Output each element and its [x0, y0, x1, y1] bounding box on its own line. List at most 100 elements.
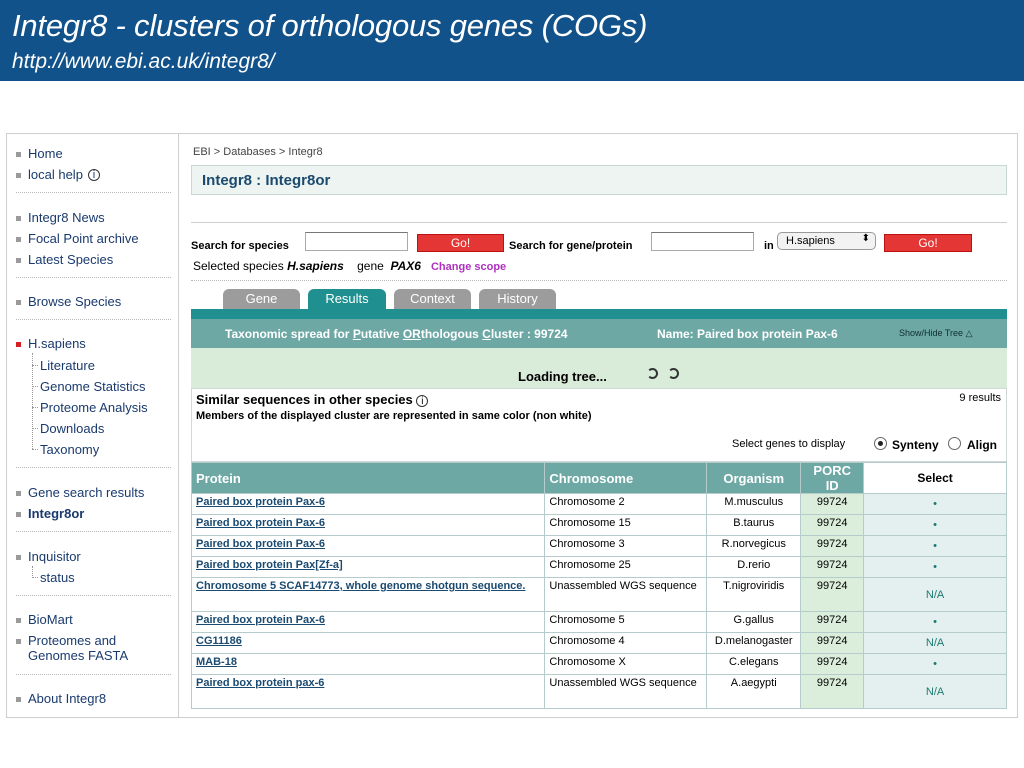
- bullet-icon: [16, 216, 21, 221]
- spread-title-part: Taxonomic spread for: [225, 327, 353, 341]
- page-title-box: Integr8 : Integr8or: [191, 165, 1007, 195]
- select-cell[interactable]: •: [863, 493, 1007, 515]
- protein-link[interactable]: Chromosome 5 SCAF14773, whole genome sho…: [196, 580, 525, 592]
- loading-text: Loading tree...: [518, 369, 607, 384]
- sidebar-item-label: Integr8or: [28, 506, 85, 521]
- spread-title-part: P: [352, 327, 361, 341]
- sidebar-item-about[interactable]: About Integr8: [16, 691, 106, 706]
- organism-cell: G.gallus: [706, 611, 802, 633]
- select-cell[interactable]: •: [863, 653, 1007, 675]
- porc-id-cell: 99724: [800, 674, 865, 709]
- info-icon: i: [87, 169, 100, 181]
- sidebar-subitem-taxonomy[interactable]: Taxonomy: [32, 442, 99, 457]
- protein-link[interactable]: CG11186: [196, 635, 242, 647]
- bullet-icon: [16, 512, 21, 517]
- species-select[interactable]: H.sapiens ⬍: [777, 232, 876, 250]
- tab-context[interactable]: Context: [394, 289, 471, 309]
- sidebar-item-browse-species[interactable]: Browse Species: [16, 294, 121, 309]
- protein-link[interactable]: Paired box protein pax-6: [196, 677, 324, 689]
- sidebar-item-label: Integr8 News: [28, 210, 105, 225]
- sidebar-item-news[interactable]: Integr8 News: [16, 210, 105, 225]
- breadcrumb[interactable]: EBI > Databases > Integr8: [193, 146, 323, 158]
- tab-results[interactable]: Results: [308, 289, 386, 309]
- column-header-select: Select: [863, 462, 1007, 494]
- sidebar-item-latest-species[interactable]: Latest Species: [16, 252, 113, 267]
- spread-title-part: C: [482, 327, 491, 341]
- table-row: Chromosome 5 SCAF14773, whole genome sho…: [190, 577, 1007, 612]
- info-icon[interactable]: i: [416, 395, 429, 407]
- column-header-protein[interactable]: Protein: [190, 462, 546, 494]
- sidebar-item-biomart[interactable]: BioMart: [16, 612, 73, 627]
- sidebar-item-integr8or[interactable]: Integr8or: [16, 506, 84, 521]
- bullet-icon: [16, 491, 21, 496]
- synteny-radio[interactable]: [874, 437, 887, 450]
- sidebar-item-h-sapiens[interactable]: H.sapiens: [16, 336, 86, 351]
- align-radio[interactable]: [948, 437, 961, 450]
- sidebar-item-label: Home: [28, 146, 63, 161]
- sidebar-divider: [16, 319, 171, 320]
- column-header-chromosome[interactable]: Chromosome: [544, 462, 708, 494]
- table-row: Paired box protein Pax-6 Chromosome 5 G.ga…: [190, 611, 1007, 633]
- sidebar-item-proteomes-fasta[interactable]: Proteomes and Genomes FASTA: [16, 633, 128, 663]
- column-header-porc-id[interactable]: PORC ID: [800, 462, 865, 494]
- tab-history[interactable]: History: [479, 289, 556, 309]
- sidebar-divider: [16, 595, 171, 596]
- sidebar-item-local-help[interactable]: local help i: [16, 167, 100, 182]
- porc-id-cell: 99724: [800, 535, 865, 557]
- proteomes-line-1: Proteomes and: [28, 633, 117, 648]
- select-cell[interactable]: N/A: [863, 674, 1007, 709]
- protein-link[interactable]: Paired box protein Pax-6: [196, 517, 325, 529]
- select-cell[interactable]: N/A: [863, 577, 1007, 612]
- sidebar-item-label: Browse Species: [28, 294, 122, 309]
- sidebar-subitem-literature[interactable]: Literature: [32, 358, 95, 373]
- select-cell[interactable]: •: [863, 611, 1007, 633]
- protein-link[interactable]: Paired box protein Pax-6: [196, 538, 325, 550]
- select-cell[interactable]: •: [863, 514, 1007, 536]
- gene-search-input[interactable]: [651, 232, 754, 251]
- sidebar-subitem-downloads[interactable]: Downloads: [32, 421, 104, 436]
- gene-value: PAX6: [390, 259, 421, 273]
- select-cell[interactable]: •: [863, 535, 1007, 557]
- sidebar-subitem-proteome-analysis[interactable]: Proteome Analysis: [32, 400, 148, 415]
- sidebar-item-gene-search-results[interactable]: Gene search results: [16, 485, 144, 500]
- species-go-button[interactable]: Go!: [417, 234, 504, 252]
- select-cell[interactable]: N/A: [863, 632, 1007, 654]
- organism-cell: T.nigroviridis: [706, 577, 802, 612]
- selected-scope: Selected species H.sapiens gene PAX6 Cha…: [193, 259, 506, 273]
- organism-cell: A.aegypti: [706, 674, 802, 709]
- sidebar-item-inquisitor[interactable]: Inquisitor: [16, 549, 81, 564]
- search-bar: Search for species Go! Search for gene/p…: [191, 232, 1007, 254]
- sidebar-item-focal-point[interactable]: Focal Point archive: [16, 231, 139, 246]
- protein-link[interactable]: Paired box protein Pax-6: [196, 614, 325, 626]
- chromosome-cell: Chromosome X: [544, 653, 708, 675]
- porc-id-cell: 99724: [800, 653, 865, 675]
- sidebar-item-label: Gene search results: [28, 485, 145, 500]
- spinner-icon: [647, 368, 658, 379]
- bullet-icon: [16, 639, 21, 644]
- chromosome-cell: Chromosome 15: [544, 514, 708, 536]
- sidebar-item-label: local help: [28, 167, 83, 182]
- show-hide-tree-toggle[interactable]: Show/Hide Tree △: [899, 328, 972, 339]
- column-header-organism[interactable]: Organism: [706, 462, 802, 494]
- sidebar-subitem-genome-statistics[interactable]: Genome Statistics: [32, 379, 146, 394]
- protein-link[interactable]: Paired box protein Pax-6: [196, 496, 325, 508]
- chromosome-cell: Unassembled WGS sequence: [544, 577, 708, 612]
- similar-heading-text: Similar sequences in other species: [196, 392, 413, 407]
- chromosome-cell: Chromosome 4: [544, 632, 708, 654]
- species-search-input[interactable]: [305, 232, 408, 251]
- change-scope-link[interactable]: Change scope: [431, 261, 506, 273]
- spread-title-part: utative: [360, 327, 403, 341]
- select-cell[interactable]: •: [863, 556, 1007, 578]
- protein-link[interactable]: Paired box protein Pax[Zf-a]: [196, 559, 343, 571]
- sidebar-item-home[interactable]: Home: [16, 146, 63, 161]
- protein-link[interactable]: MAB-18: [196, 656, 237, 668]
- spread-title-part: luster : 99724: [490, 327, 568, 341]
- bullet-icon: [16, 618, 21, 623]
- sidebar-item-label: Latest Species: [28, 252, 114, 267]
- organism-cell: R.norvegicus: [706, 535, 802, 557]
- slide-title: Integr8 - clusters of orthologous genes …: [12, 8, 648, 43]
- sidebar-subitem-status[interactable]: status: [32, 570, 75, 585]
- gene-go-button[interactable]: Go!: [884, 234, 972, 252]
- display-label: Select genes to display: [732, 438, 846, 450]
- tab-gene[interactable]: Gene: [223, 289, 300, 309]
